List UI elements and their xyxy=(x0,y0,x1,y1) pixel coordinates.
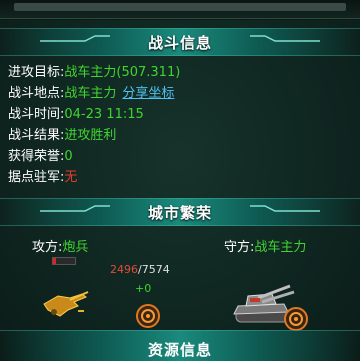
score-max: 7574 xyxy=(141,263,170,276)
header-left-ornament-icon xyxy=(40,205,110,212)
attacker-value: 炮兵 xyxy=(62,240,89,255)
top-bar xyxy=(14,3,346,11)
battle-info-header: 战斗信息 xyxy=(0,28,360,56)
location-value: 战车主力 xyxy=(64,86,117,101)
top-strip xyxy=(0,0,360,19)
time-label: 战斗时间: xyxy=(8,107,65,122)
target-value: 战车主力(507.311) xyxy=(64,65,181,80)
result-label: 战斗结果: xyxy=(8,128,65,143)
resources-header: 资源信息 xyxy=(0,330,360,361)
location-label: 战斗地点: xyxy=(8,86,65,101)
honor-label: 获得荣誉: xyxy=(8,149,65,164)
garrison-row: 据点驻军:无 xyxy=(8,167,352,188)
share-coordinates-link[interactable]: 分享坐标 xyxy=(122,86,174,101)
target-label: 进攻目标: xyxy=(8,65,65,80)
honor-value: 0 xyxy=(64,149,73,164)
honor-row: 获得荣誉:0 xyxy=(8,146,352,167)
prosperity-header: 城市繁荣 xyxy=(0,198,360,226)
crosshair-icon[interactable] xyxy=(283,306,309,332)
garrison-value: 无 xyxy=(64,170,78,185)
header-right-ornament-icon xyxy=(250,205,320,212)
attacker-hp-bar xyxy=(52,257,76,265)
artillery-unit-icon xyxy=(43,291,89,317)
time-row: 战斗时间:04-23 11:15 xyxy=(8,104,352,125)
attacker-hp-fill xyxy=(53,258,57,264)
result-value: 进攻胜利 xyxy=(64,128,117,143)
result-row: 战斗结果:进攻胜利 xyxy=(8,125,352,146)
prosperity-title: 城市繁荣 xyxy=(147,203,212,222)
defender-label: 守方: xyxy=(224,240,255,255)
time-value: 04-23 11:15 xyxy=(64,107,144,122)
attacker-info: 攻方:炮兵 xyxy=(32,236,88,255)
prosperity-section: 攻方:炮兵 守方:战车主力 2496/7574 +0 xyxy=(0,226,360,340)
resources-title: 资源信息 xyxy=(147,341,212,359)
crosshair-icon[interactable] xyxy=(135,303,161,329)
battle-info-title: 战斗信息 xyxy=(147,33,212,52)
header-right-ornament-icon xyxy=(250,35,320,42)
location-row: 战斗地点:战车主力 分享坐标 xyxy=(8,83,352,104)
prosperity-change: +0 xyxy=(135,282,152,295)
garrison-label: 据点驻军: xyxy=(8,170,65,185)
battle-info-list: 进攻目标:战车主力(507.311) 战斗地点:战车主力 分享坐标 战斗时间:04… xyxy=(8,62,352,188)
attacker-label: 攻方: xyxy=(32,240,63,255)
score-current: 2496 xyxy=(110,263,138,276)
target-row: 进攻目标:战车主力(507.311) xyxy=(8,62,352,83)
prosperity-score: 2496/7574 xyxy=(110,263,170,276)
battle-report-panel: 战斗信息 进攻目标:战车主力(507.311) 战斗地点:战车主力 分享坐标 战斗… xyxy=(0,20,360,361)
defender-value: 战车主力 xyxy=(254,240,307,255)
header-left-ornament-icon xyxy=(40,35,110,42)
defender-info: 守方:战车主力 xyxy=(224,236,306,255)
